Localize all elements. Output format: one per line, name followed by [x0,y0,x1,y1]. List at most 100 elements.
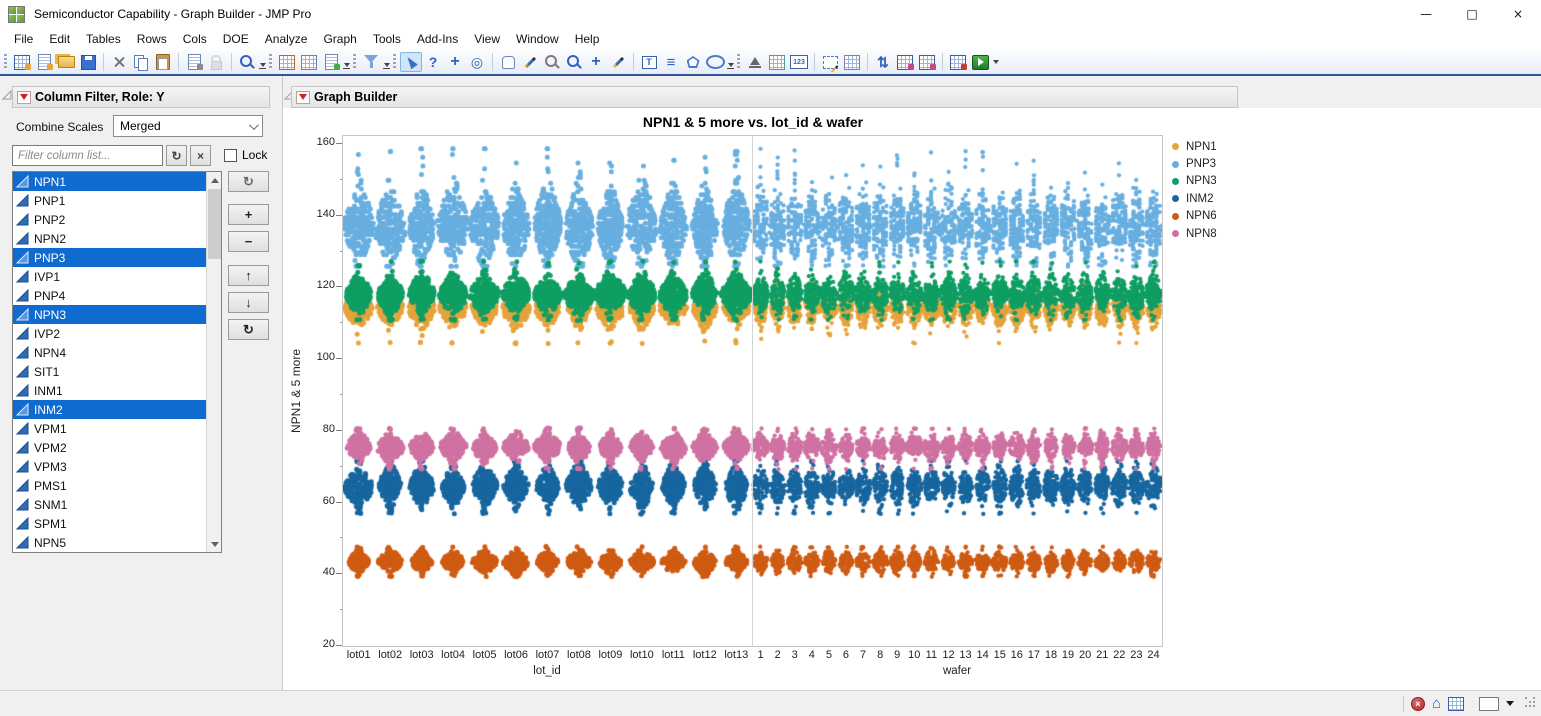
data-filter-icon[interactable] [360,52,382,72]
refresh-filter-button[interactable]: ↻ [166,145,187,166]
move-down-button[interactable]: ↓ [228,292,269,313]
crosshair-tool-icon[interactable] [466,52,488,72]
run-script-icon[interactable] [969,52,991,72]
menu-doe[interactable]: DOE [215,29,257,49]
menu-edit[interactable]: Edit [41,29,78,49]
window-list-dropdown-icon[interactable] [1506,701,1514,706]
title-bar[interactable]: Semiconductor Capability - Graph Builder… [0,0,1541,28]
scroll-thumb[interactable] [208,189,221,259]
column-filter-header[interactable]: Column Filter, Role: Y [12,86,270,108]
filter-column-input[interactable] [12,145,163,166]
toolbar-overflow-icon[interactable] [991,52,1001,72]
window-thumbnail-box[interactable] [1479,697,1499,711]
brush-tool-icon[interactable] [519,52,541,72]
move-up-button[interactable]: ↑ [228,265,269,286]
toolbar-grip[interactable] [737,54,740,70]
maximize-button[interactable]: □ [1449,0,1495,28]
clear-row-states-icon[interactable] [1411,697,1425,711]
menu-window[interactable]: Window [508,29,567,49]
combine-scales-select[interactable]: Merged [113,115,263,137]
column-item-pnp3[interactable]: PNP3 [13,248,206,267]
menu-addins[interactable]: Add-Ins [409,29,466,49]
jmp-app-icon[interactable] [8,6,25,23]
line-tool-icon[interactable] [607,52,629,72]
distribution-icon[interactable] [744,52,766,72]
column-item-pnp1[interactable]: PNP1 [13,191,206,210]
checkbox-icon[interactable] [224,149,237,162]
oval-annotation-icon[interactable] [704,52,726,72]
menu-graph[interactable]: Graph [315,29,364,49]
home-window-icon[interactable] [1432,696,1441,711]
data-table-icon[interactable] [276,52,298,72]
column-item-spm1[interactable]: SPM1 [13,514,206,533]
collapse-column-filter-icon[interactable] [2,90,12,100]
remove-columns-button[interactable]: − [228,231,269,252]
join-tables-icon[interactable] [894,52,916,72]
lines-annotation-icon[interactable] [660,52,682,72]
data-filter-icon-dropdown[interactable] [382,52,391,72]
menu-tools[interactable]: Tools [365,29,409,49]
column-item-vpm3[interactable]: VPM3 [13,457,206,476]
legend-item-npn6[interactable]: NPN6 [1172,208,1217,225]
help-tool-icon[interactable] [422,52,444,72]
split-tables-icon[interactable] [916,52,938,72]
toolbar-grip[interactable] [393,54,396,70]
window-manager-icon[interactable] [1448,697,1464,711]
cut-icon[interactable] [108,52,130,72]
red-triangle-menu-icon[interactable] [296,91,310,104]
menu-rows[interactable]: Rows [129,29,175,49]
magnifier-tool-icon[interactable] [563,52,585,72]
add-columns-button[interactable]: + [228,204,269,225]
menu-analyze[interactable]: Analyze [257,29,316,49]
copy-icon[interactable] [130,52,152,72]
resize-grip-icon[interactable] [1525,697,1538,710]
lock-icon[interactable] [205,52,227,72]
list-scrollbar[interactable] [206,172,221,552]
swap-button[interactable]: ↻ [228,319,269,340]
menu-cols[interactable]: Cols [175,29,215,49]
legend-item-npn3[interactable]: NPN3 [1172,173,1217,190]
hand-tool-icon[interactable] [497,52,519,72]
column-item-npn5[interactable]: NPN5 [13,533,206,552]
menu-file[interactable]: File [6,29,41,49]
column-item-ivp1[interactable]: IVP1 [13,267,206,286]
open-folder-icon[interactable] [55,52,77,72]
window-list-icon[interactable] [298,52,320,72]
column-item-snm1[interactable]: SNM1 [13,495,206,514]
sort-icon[interactable] [872,52,894,72]
column-item-pnp4[interactable]: PNP4 [13,286,206,305]
formula-editor-icon[interactable] [947,52,969,72]
column-item-npn1[interactable]: NPN1 [13,172,206,191]
column-item-inm2[interactable]: INM2 [13,400,206,419]
column-item-pnp2[interactable]: PNP2 [13,210,206,229]
legend-item-npn8[interactable]: NPN8 [1172,225,1217,242]
toolbar-grip[interactable] [353,54,356,70]
legend-item-npn1[interactable]: NPN1 [1172,138,1217,155]
column-item-ivp2[interactable]: IVP2 [13,324,206,343]
search-icon[interactable] [236,52,258,72]
open-with-icon[interactable] [33,52,55,72]
legend-item-inm2[interactable]: INM2 [1172,190,1217,207]
formula-123-icon[interactable] [788,52,810,72]
select-rows-icon[interactable] [819,52,841,72]
scroll-up-icon[interactable] [207,172,222,188]
clear-filter-button[interactable]: × [190,145,211,166]
legend-item-pnp3[interactable]: PNP3 [1172,155,1217,172]
lasso-tool-icon[interactable] [541,52,563,72]
close-button[interactable]: × [1495,0,1541,28]
column-item-sit1[interactable]: SIT1 [13,362,206,381]
move-tool-icon[interactable] [444,52,466,72]
menu-help[interactable]: Help [567,29,608,49]
new-graph-add-icon-dropdown[interactable] [342,52,351,72]
refresh-list-button[interactable]: ↻ [228,171,269,192]
lock-checkbox[interactable]: Lock [224,148,267,162]
x-axis-label-wafer[interactable]: wafer [907,665,1007,677]
table-search-icon[interactable] [841,52,863,72]
new-data-table-icon[interactable] [11,52,33,72]
red-triangle-menu-icon[interactable] [17,91,31,104]
minimize-button[interactable]: — [1403,0,1449,28]
column-item-npn4[interactable]: NPN4 [13,343,206,362]
oval-annotation-icon-dropdown[interactable] [726,52,735,72]
column-item-vpm2[interactable]: VPM2 [13,438,206,457]
column-item-pms1[interactable]: PMS1 [13,476,206,495]
